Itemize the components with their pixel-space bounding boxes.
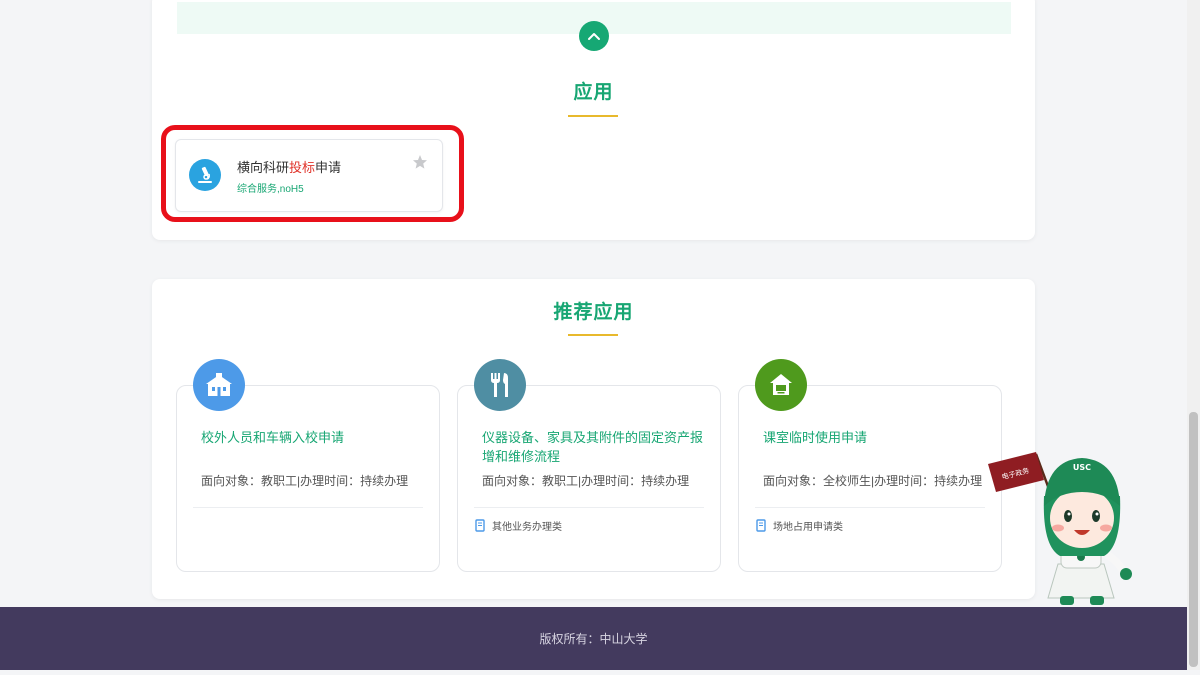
apps-section-title: 应用 [573, 82, 614, 103]
recommended-item-title: 校外人员和车辆入校申请 [201, 430, 345, 445]
recommended-item-meta: 面向对象：全校师生|办理时间：持续办理 [763, 474, 983, 488]
mascot-shoe-left [1060, 596, 1074, 605]
mascot-cheek-left [1052, 524, 1064, 532]
document-icon [475, 519, 485, 532]
recommended-item-meta: 面向对象：教职工|办理时间：持续办理 [201, 474, 409, 488]
mascot-hand [1120, 568, 1132, 580]
recommended-item-visitor-entry[interactable]: 校外人员和车辆入校申请 面向对象：教职工|办理时间：持续办理 [176, 359, 440, 572]
recommended-item-category: 场地占用申请类 [756, 518, 843, 533]
recommended-item-category: 其他业务办理类 [475, 518, 562, 533]
star-icon[interactable] [412, 154, 428, 170]
recommended-title-underline [568, 334, 618, 336]
helmet-text: USC [1073, 463, 1091, 472]
recommended-card: 推荐应用 校外人员和车辆入校申请 面向对象：教职工|办理时间：持续办理 仪器设备… [152, 279, 1035, 599]
mascot-cheek-right [1100, 524, 1112, 532]
mascot-skirt [1047, 563, 1115, 599]
mascot-shoe-right [1090, 596, 1104, 605]
chevron-up-icon [588, 33, 600, 40]
recommended-item-title: 课室临时使用申请 [763, 430, 868, 445]
app-name: 横向科研投标申请 [237, 160, 342, 175]
mascot-face [1050, 488, 1114, 548]
microscope-icon [189, 159, 221, 191]
scrollbar-thumb[interactable] [1189, 412, 1198, 667]
divider [193, 507, 423, 508]
copyright-text: 版权所有：中山大学 [539, 632, 648, 646]
recommended-item-asset-maintenance[interactable]: 仪器设备、家具及其附件的固定资产报增和维修流程 面向对象：教职工|办理时间：持续… [457, 359, 721, 572]
mascot-eye-left [1064, 510, 1072, 522]
recommended-section-title: 推荐应用 [553, 302, 634, 323]
document-icon [756, 519, 766, 532]
mascot-helper[interactable]: 电子政务 USC [986, 446, 1150, 606]
school-building-icon [193, 359, 245, 411]
app-tag: 综合服务,noH5 [237, 184, 304, 195]
apps-card: 应用 横向科研投标申请 综合服务,noH5 [152, 0, 1035, 240]
mascot-eye-right [1092, 510, 1100, 522]
collapse-button[interactable] [579, 21, 609, 51]
divider [755, 507, 985, 508]
recommended-item-classroom-booking[interactable]: 课室临时使用申请 面向对象：全校师生|办理时间：持续办理 场地占用申请类 [738, 359, 1002, 572]
app-tile-tender-application[interactable]: 横向科研投标申请 综合服务,noH5 [175, 139, 443, 212]
footer: 版权所有：中山大学 [0, 607, 1187, 670]
tools-icon [474, 359, 526, 411]
recommended-item-title: 仪器设备、家具及其附件的固定资产报增和维修流程 [482, 430, 704, 464]
apps-title-underline [568, 115, 618, 117]
divider [474, 507, 704, 508]
recommended-item-meta: 面向对象：教职工|办理时间：持续办理 [482, 474, 690, 488]
scrollbar[interactable] [1187, 0, 1200, 670]
house-icon [755, 359, 807, 411]
